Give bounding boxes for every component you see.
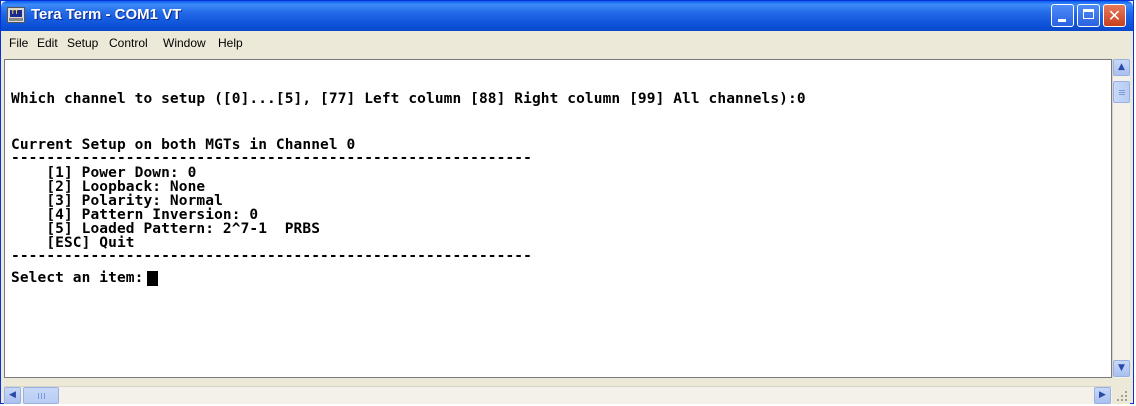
maximize-icon (1083, 9, 1094, 19)
terminal-line-divider-bottom: ----------------------------------------… (11, 248, 532, 264)
arrow-left-icon: ◀ (9, 390, 16, 400)
resize-grip[interactable] (1112, 386, 1130, 404)
terminal-line-prompt: Which channel to setup ([0]...[5], [77] … (11, 91, 806, 107)
menu-help[interactable]: Help (218, 36, 243, 50)
window-title: Tera Term - COM1 VT (31, 6, 182, 23)
close-icon: ✕ (1107, 6, 1122, 25)
menu-control[interactable]: Control (109, 36, 148, 50)
vertical-scroll-thumb[interactable] (1113, 81, 1130, 103)
menu-window[interactable]: Window (163, 36, 206, 50)
terminal-cursor (147, 271, 158, 286)
menu-file[interactable]: File (9, 36, 28, 50)
terminal-line-select: Select an item: (11, 270, 144, 286)
minimize-button[interactable] (1051, 4, 1074, 27)
horizontal-scrollbar[interactable]: ◀ ▶ (4, 386, 1112, 404)
menu-bar: File Edit Setup Control Window Help (4, 31, 1130, 55)
horizontal-scroll-thumb[interactable] (23, 387, 59, 404)
scroll-up-button[interactable]: ▲ (1113, 59, 1130, 76)
title-bar[interactable]: TT Tera Term - COM1 VT ✕ (1, 1, 1133, 31)
teraterm-icon[interactable]: TT (7, 7, 25, 23)
close-button[interactable]: ✕ (1103, 4, 1126, 27)
maximize-button[interactable] (1077, 4, 1100, 27)
scroll-down-button[interactable]: ▼ (1113, 360, 1130, 377)
menu-edit[interactable]: Edit (37, 36, 58, 50)
terminal-screen[interactable]: Which channel to setup ([0]...[5], [77] … (4, 59, 1112, 378)
menu-setup[interactable]: Setup (67, 36, 98, 50)
terminal-line-divider-top: ----------------------------------------… (11, 150, 532, 166)
teraterm-window: TT Tera Term - COM1 VT ✕ File Edit Setup… (0, 0, 1134, 404)
vertical-scrollbar[interactable]: ▲ ▼ (1112, 59, 1130, 378)
arrow-right-icon: ▶ (1099, 390, 1106, 400)
scroll-left-button[interactable]: ◀ (4, 387, 21, 404)
arrow-down-icon: ▼ (1118, 363, 1125, 373)
scroll-right-button[interactable]: ▶ (1094, 387, 1111, 404)
minimize-icon (1058, 19, 1066, 22)
arrow-up-icon: ▲ (1118, 62, 1125, 72)
